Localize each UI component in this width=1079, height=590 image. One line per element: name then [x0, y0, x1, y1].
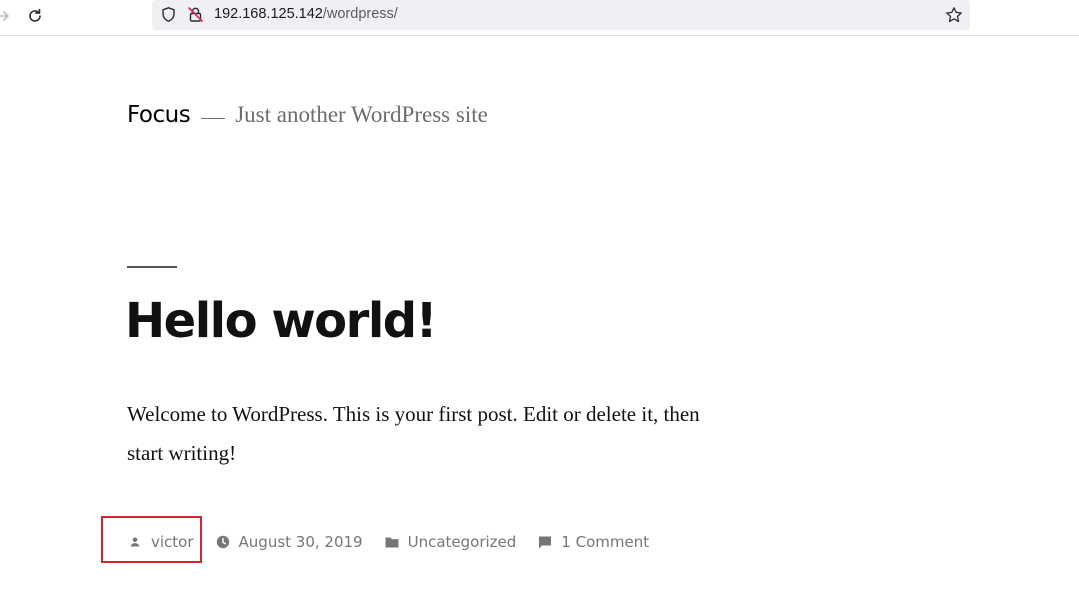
post-date[interactable]: August 30, 2019	[215, 533, 363, 551]
clock-icon	[216, 535, 229, 549]
arrow-right-icon[interactable]	[0, 7, 12, 25]
comments-link[interactable]: 1 Comment	[561, 533, 649, 551]
folder-icon	[385, 537, 399, 548]
date-text[interactable]: August 30, 2019	[239, 533, 363, 551]
post-content: Welcome to WordPress. This is your first…	[127, 402, 700, 465]
site-branding: Focus Just another WordPress site	[127, 102, 488, 128]
url-path: /wordpress/	[322, 6, 398, 22]
post-title[interactable]: Hello world!	[125, 293, 438, 349]
url-text[interactable]: 192.168.125.142/wordpress/	[214, 6, 398, 22]
post-category[interactable]: Uncategorized	[384, 533, 517, 551]
author-highlight-box	[101, 516, 202, 563]
post-comments[interactable]: 1 Comment	[537, 533, 649, 551]
comment-icon	[539, 536, 552, 549]
category-link[interactable]: Uncategorized	[408, 533, 517, 551]
browser-toolbar: 192.168.125.142/wordpress/	[0, 0, 1079, 36]
site-description: Just another WordPress site	[235, 102, 488, 127]
post-meta: victor August 30, 2019 Uncategorized 1 C…	[127, 531, 670, 553]
shield-icon[interactable]	[160, 6, 177, 23]
title-separator	[201, 118, 226, 120]
insecure-lock-icon[interactable]	[187, 6, 204, 23]
reload-icon[interactable]	[26, 7, 44, 25]
star-icon[interactable]	[945, 6, 963, 24]
url-host: 192.168.125.142	[214, 6, 323, 22]
address-bar[interactable]: 192.168.125.142/wordpress/	[152, 0, 970, 30]
site-title[interactable]: Focus	[127, 102, 191, 128]
title-divider	[127, 266, 177, 268]
